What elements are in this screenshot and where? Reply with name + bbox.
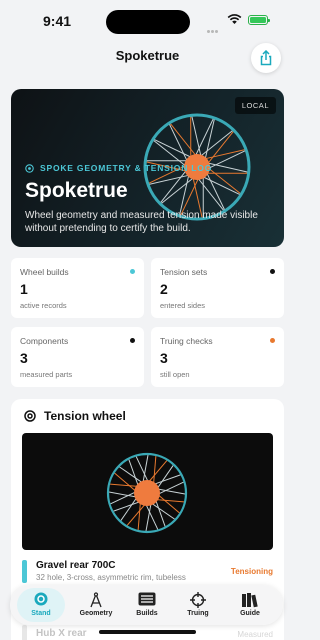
share-icon (260, 50, 272, 66)
stat-card-tension-sets[interactable]: Tension sets 2 entered sides (151, 258, 284, 318)
tab-label: Stand (31, 610, 51, 617)
spoke-line (201, 175, 241, 196)
spoke-line (168, 123, 189, 163)
status-dot (130, 338, 135, 343)
dynamic-island (106, 10, 190, 34)
tab-label: Truing (187, 610, 209, 617)
stand-icon (34, 592, 48, 606)
spoke-line (205, 171, 226, 211)
tab-label: Builds (136, 610, 158, 617)
target-icon (25, 163, 34, 173)
stat-label: Tension sets (160, 267, 208, 277)
build-status: Measured (237, 630, 273, 639)
tension-chart (22, 433, 273, 550)
stat-note: still open (160, 370, 190, 379)
stat-label: Components (20, 336, 69, 346)
hero-subtitle: Wheel geometry and measured tension made… (25, 210, 258, 234)
status-dot (130, 269, 135, 274)
build-description: 32 hole, 3-cross, asymmetric rim, tubele… (36, 573, 186, 582)
tab-label: Guide (240, 610, 260, 617)
home-indicator (99, 630, 196, 634)
spoke-line (196, 176, 225, 211)
stat-value: 3 (20, 350, 28, 366)
hero-eyebrow-text: SPOKE GEOMETRY & TENSION LOG (40, 163, 213, 173)
tab-builds[interactable]: Builds (120, 585, 174, 625)
build-color-bar (22, 625, 27, 640)
build-name: Gravel rear 700C (36, 560, 116, 571)
stat-note: entered sides (160, 301, 206, 310)
crosshair-icon (190, 592, 206, 608)
tab-truing[interactable]: Truing (171, 585, 225, 625)
tab-label: Geometry (79, 610, 113, 617)
tab-stand[interactable]: Stand (14, 585, 68, 625)
build-status: Tensioning (230, 567, 273, 576)
stat-card-wheel-builds[interactable]: Wheel builds 1 active records (11, 258, 144, 318)
stat-value: 3 (160, 350, 168, 366)
stat-note: measured parts (20, 370, 73, 379)
build-name: Hub X rear (36, 628, 87, 639)
signal-dots-icon (207, 20, 221, 33)
build-color-bar (22, 560, 27, 583)
hero-eyebrow: SPOKE GEOMETRY & TENSION LOG (25, 163, 212, 173)
stat-note: active records (20, 301, 67, 310)
stat-card-components[interactable]: Components 3 measured parts (11, 327, 144, 387)
panel-title: Tension wheel (24, 409, 126, 423)
spoke-line (153, 138, 193, 159)
stat-value: 2 (160, 281, 168, 297)
tab-guide[interactable]: Guide (223, 585, 277, 625)
list-icon (138, 592, 156, 606)
hero-title: Spoketrue (25, 179, 128, 202)
battery-icon (248, 15, 270, 25)
tension-wheel-graphic (106, 452, 188, 534)
tab-bar: Stand Geometry Builds Truing Guide (10, 585, 283, 625)
wifi-icon (227, 14, 242, 24)
status-dot (270, 269, 275, 274)
stat-label: Truing checks (160, 336, 213, 346)
compass-icon (90, 592, 102, 608)
status-time: 9:41 (43, 13, 72, 29)
stat-label: Wheel builds (20, 267, 69, 277)
status-dot (270, 338, 275, 343)
tab-geometry[interactable]: Geometry (69, 585, 123, 625)
panel-title-text: Tension wheel (44, 409, 126, 423)
stat-card-truing-checks[interactable]: Truing checks 3 still open (151, 327, 284, 387)
target-icon (24, 410, 36, 422)
build-row[interactable]: Gravel rear 700C 32 hole, 3-cross, asymm… (22, 559, 273, 585)
stat-value: 1 (20, 281, 28, 297)
spoke-line (169, 123, 198, 158)
share-button[interactable] (251, 43, 281, 73)
books-icon (242, 593, 258, 608)
local-badge: LOCAL (234, 97, 276, 114)
hero-card: LOCAL SPOKE GEOMETRY & TENSION LOG Spoke… (11, 89, 284, 247)
status-bar: 9:41 (0, 0, 295, 44)
